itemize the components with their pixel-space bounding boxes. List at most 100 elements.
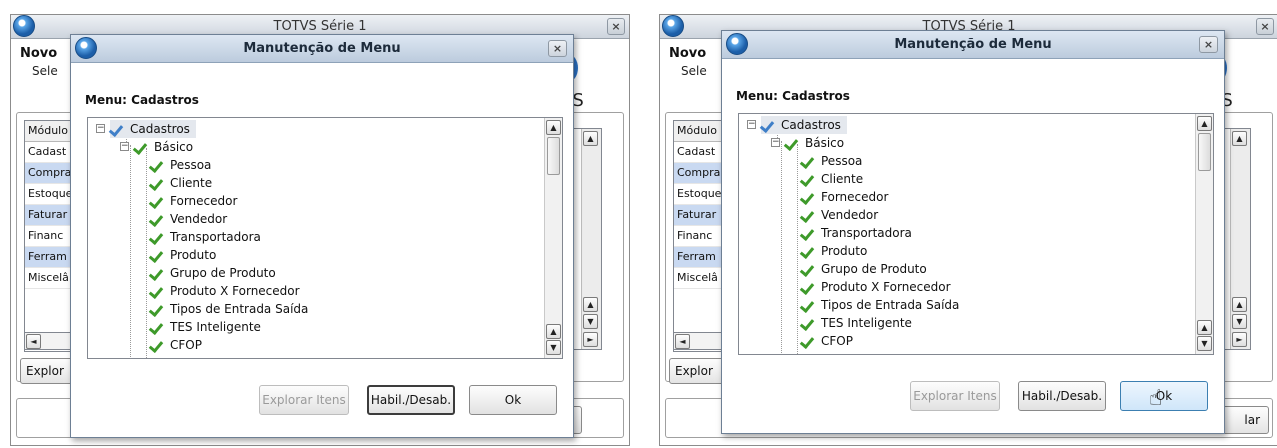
tree-node-label: Cliente xyxy=(170,176,213,190)
tree-node-item[interactable]: Grupo de Produto xyxy=(801,260,927,278)
scroll-up-icon[interactable]: ▲ xyxy=(546,120,561,135)
background-close-button[interactable]: × xyxy=(1256,18,1274,35)
collapse-icon[interactable]: − xyxy=(771,138,780,147)
tree-node-label: Fornecedor xyxy=(821,190,889,204)
tree-node-item[interactable]: Transportadora xyxy=(801,224,912,242)
dialog-titlebar: Manutenção de Menu × xyxy=(71,35,573,63)
dialog-close-button[interactable]: × xyxy=(548,40,567,57)
scroll-up-icon[interactable]: ▲ xyxy=(1197,320,1212,335)
tree-node-label: Produto xyxy=(170,248,217,262)
green-check-icon xyxy=(150,302,164,316)
background-close-button[interactable]: × xyxy=(607,18,625,35)
tree-scrollbar[interactable]: ▲ ▲ ▼ xyxy=(1195,114,1213,354)
tree-node-item[interactable]: Produto X Fornecedor xyxy=(801,278,951,296)
tree-node-basico[interactable]: Básico xyxy=(134,138,193,156)
sele-label: Sele xyxy=(32,64,58,78)
tree-node-label: CFOP xyxy=(170,338,202,352)
tree-node-item[interactable]: Pessoa xyxy=(801,152,862,170)
tree-node-item[interactable]: Produto X Fornecedor xyxy=(150,282,300,300)
tree-node-label: Vendedor xyxy=(170,212,228,226)
manutencao-menu-dialog: Manutenção de Menu × Menu: Cadastros − C… xyxy=(70,34,574,438)
scroll-thumb[interactable] xyxy=(547,137,560,175)
scroll-left-icon[interactable]: ◄ xyxy=(26,334,41,349)
dialog-close-button[interactable]: × xyxy=(1199,36,1218,53)
tree-node-label: Cadastros xyxy=(781,118,841,132)
collapse-icon[interactable]: − xyxy=(120,142,129,151)
scroll-right-icon[interactable]: ► xyxy=(583,332,598,347)
green-check-icon xyxy=(801,190,815,204)
scroll-left-icon[interactable]: ◄ xyxy=(675,334,690,349)
tree-node-item[interactable]: Tipos de Entrada Saída xyxy=(150,300,308,318)
tree-node-item[interactable]: Grupo de Produto xyxy=(150,264,276,282)
tree-node-root[interactable]: Cadastros xyxy=(110,120,196,138)
tree-node-label: Transportadora xyxy=(170,230,261,244)
scroll-right-icon[interactable]: ► xyxy=(1232,332,1247,347)
explorar-button[interactable]: Explor xyxy=(20,358,76,384)
tree-node-label: Transportadora xyxy=(821,226,912,240)
green-check-icon xyxy=(150,338,164,352)
tree-node-item[interactable]: TES Inteligente xyxy=(801,314,912,332)
tree-node-item[interactable]: Cliente xyxy=(150,174,212,192)
scroll-down-icon[interactable]: ▼ xyxy=(1232,314,1247,329)
tree-node-item[interactable]: Fornecedor xyxy=(150,192,237,210)
tree-node-item[interactable]: CFOP xyxy=(150,336,202,354)
green-check-icon xyxy=(150,266,164,280)
tree-node-item[interactable]: CFOP xyxy=(801,332,853,350)
habil-desab-button[interactable]: Habil./Desab. xyxy=(1018,381,1106,411)
menu-label: Menu: Cadastros xyxy=(736,89,850,103)
tree-node-item[interactable]: Transportadora xyxy=(150,228,261,246)
manutencao-menu-dialog: Manutenção de Menu × Menu: Cadastros − C… xyxy=(721,30,1225,434)
menu-tree[interactable]: − Cadastros − Básico Pessoa Cliente Forn… xyxy=(87,117,563,359)
green-check-icon xyxy=(150,212,164,226)
scroll-up-icon[interactable]: ▲ xyxy=(1232,131,1247,146)
scroll-down-icon[interactable]: ▼ xyxy=(1197,336,1212,351)
tree-node-label: Grupo de Produto xyxy=(170,266,276,280)
scroll-down-icon[interactable]: ▼ xyxy=(583,314,598,329)
collapse-icon[interactable]: − xyxy=(96,124,105,133)
scroll-up-icon[interactable]: ▲ xyxy=(583,131,598,146)
menu-tree[interactable]: − Cadastros − Básico Pessoa Cliente Forn… xyxy=(738,113,1214,355)
novo-label: Novo xyxy=(669,46,707,61)
right-list-scrollbar[interactable]: ▲ ▲ ▼ ► xyxy=(1230,129,1250,349)
tree-node-label: TES Inteligente xyxy=(821,316,912,330)
tree-node-item[interactable]: Tipos de Entrada Saída xyxy=(801,296,959,314)
explorar-itens-button[interactable]: Explorar Itens xyxy=(259,385,349,415)
scroll-up-icon[interactable]: ▲ xyxy=(1232,297,1247,312)
explorar-itens-button[interactable]: Explorar Itens xyxy=(910,381,1000,411)
dialog-titlebar: Manutenção de Menu × xyxy=(722,31,1224,59)
tree-node-basico[interactable]: Básico xyxy=(785,134,844,152)
scroll-up-icon[interactable]: ▲ xyxy=(1197,116,1212,131)
tree-node-item[interactable]: Vendedor xyxy=(801,206,878,224)
tree-node-item[interactable]: Pessoa xyxy=(150,156,211,174)
collapse-icon[interactable]: − xyxy=(747,120,756,129)
tree-node-label: Cliente xyxy=(821,172,864,186)
green-check-icon xyxy=(801,280,815,294)
tree-node-item[interactable]: Vendedor xyxy=(150,210,227,228)
scroll-down-icon[interactable]: ▼ xyxy=(546,340,561,355)
tree-node-item[interactable]: Produto xyxy=(801,242,867,260)
scroll-up-icon[interactable]: ▲ xyxy=(546,324,561,339)
green-check-icon xyxy=(150,248,164,262)
tree-node-label: Fornecedor xyxy=(170,194,238,208)
tree-node-item[interactable]: Fornecedor xyxy=(801,188,888,206)
ok-button[interactable]: Ok xyxy=(1120,381,1208,411)
menu-label: Menu: Cadastros xyxy=(85,93,199,107)
tree-node-label: Produto xyxy=(821,244,868,258)
tree-node-item[interactable]: Cliente xyxy=(801,170,863,188)
blue-check-icon xyxy=(110,122,124,136)
tree-node-label: Cadastros xyxy=(130,122,190,136)
right-list-scrollbar[interactable]: ▲ ▲ ▼ ► xyxy=(581,129,601,349)
tree-scrollbar[interactable]: ▲ ▲ ▼ xyxy=(544,118,562,358)
tree-node-root[interactable]: Cadastros xyxy=(761,116,847,134)
habil-desab-button[interactable]: Habil./Desab. xyxy=(367,385,455,415)
tree-node-item[interactable]: TES Inteligente xyxy=(150,318,261,336)
green-check-icon xyxy=(150,284,164,298)
green-check-icon xyxy=(801,334,815,348)
green-check-icon xyxy=(150,194,164,208)
scroll-thumb[interactable] xyxy=(1198,133,1211,171)
scroll-up-icon[interactable]: ▲ xyxy=(583,297,598,312)
screenshot-panel-before: TOTVS Série 1 × Novo Sele VS Módulo Cada… xyxy=(0,0,632,448)
explorar-button[interactable]: Explor xyxy=(669,358,725,384)
ok-button[interactable]: Ok xyxy=(469,385,557,415)
tree-node-item[interactable]: Produto xyxy=(150,246,216,264)
